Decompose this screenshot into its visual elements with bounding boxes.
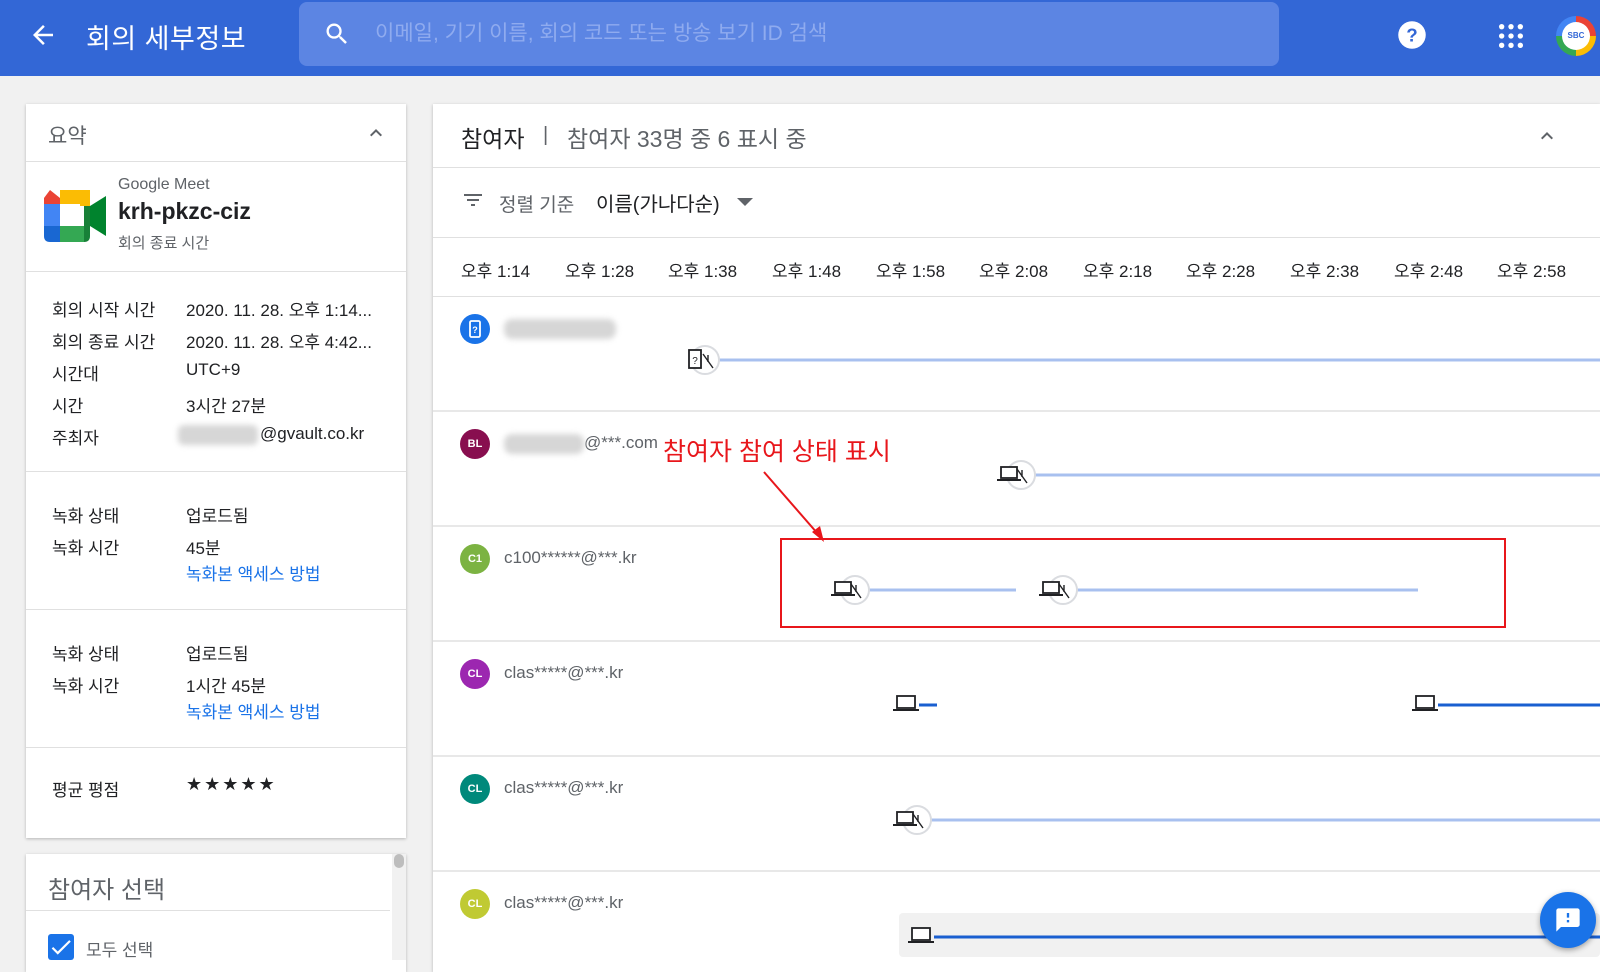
dropdown-arrow-icon[interactable] bbox=[735, 194, 755, 210]
participant-select-title: 참여자 선택 bbox=[48, 877, 166, 904]
select-all-checkbox[interactable] bbox=[48, 934, 74, 960]
page-title: 회의 세부정보 bbox=[86, 24, 247, 54]
detail-value-organizer: @gvault.co.kr bbox=[178, 424, 364, 445]
participation-timeline bbox=[997, 460, 1600, 490]
check-icon bbox=[51, 940, 71, 955]
summary-title: 요약 bbox=[48, 125, 87, 148]
time-tick: 오후 1:48 bbox=[772, 262, 842, 281]
participants-title: 참여자 bbox=[461, 126, 525, 152]
sort-bar: 정렬 기준 이름(가나다순) bbox=[433, 168, 1600, 238]
back-arrow-icon[interactable] bbox=[28, 20, 58, 50]
recording-status-value: 업로드됨 bbox=[186, 507, 249, 526]
search-icon bbox=[326, 23, 347, 44]
recording-time-label: 녹화 시간 bbox=[52, 677, 120, 696]
summary-card: 요약 Google Meet krh-pkzc-ciz 회의 종료 시간 회의 … bbox=[26, 104, 406, 838]
annotation-label: 참여자 참여 상태 표시 bbox=[663, 438, 891, 466]
detail-label-end: 회의 종료 시간 bbox=[52, 333, 156, 352]
recording-status-label: 녹화 상태 bbox=[52, 645, 120, 664]
recording-time-value: 45분 bbox=[186, 539, 221, 558]
laptop-icon bbox=[896, 811, 914, 824]
search-bar[interactable] bbox=[299, 2, 1279, 66]
divider bbox=[26, 910, 390, 911]
recording-access-link[interactable]: 녹화본 액세스 방법 bbox=[186, 698, 321, 723]
account-avatar[interactable]: SBC bbox=[1556, 16, 1596, 56]
detail-label-organizer: 주최자 bbox=[52, 429, 99, 448]
meeting-status: 회의 종료 시간 bbox=[118, 235, 210, 252]
detail-value-timezone: UTC+9 bbox=[186, 360, 241, 379]
search-input[interactable] bbox=[375, 2, 1255, 66]
recording-time-value: 1시간 45분 bbox=[186, 677, 267, 696]
rating-stars: ★★★★★ bbox=[186, 774, 277, 794]
scrollbar[interactable] bbox=[392, 854, 406, 960]
time-tick: 오후 2:18 bbox=[1083, 262, 1153, 281]
redacted-name bbox=[178, 424, 258, 445]
time-tick: 오후 1:38 bbox=[668, 262, 738, 281]
annotation-highlight-box bbox=[780, 538, 1506, 628]
select-all-label: 모두 선택 bbox=[86, 941, 154, 960]
participation-timeline bbox=[893, 805, 1600, 835]
participant-row[interactable]: CL clas*****@***.kr bbox=[433, 873, 1600, 972]
laptop-icon bbox=[896, 695, 916, 709]
recording-access-link[interactable]: 녹화본 액세스 방법 bbox=[186, 560, 321, 585]
sort-dropdown[interactable]: 이름(가나다순) bbox=[596, 188, 720, 217]
time-tick: 오후 2:48 bbox=[1394, 262, 1464, 281]
feedback-icon bbox=[1556, 908, 1580, 932]
rating-label: 평균 평점 bbox=[52, 781, 120, 800]
scrollbar-thumb[interactable] bbox=[394, 854, 404, 868]
participant-row[interactable]: CL clas*****@***.kr bbox=[433, 758, 1600, 872]
svg-text:?: ? bbox=[692, 356, 698, 367]
participation-timeline bbox=[893, 695, 1600, 711]
collapse-chevron-icon[interactable] bbox=[1535, 124, 1559, 148]
detail-label-duration: 시간 bbox=[52, 397, 84, 416]
meeting-code: krh-pkzc-ciz bbox=[118, 198, 251, 224]
detail-label-start: 회의 시작 시간 bbox=[52, 301, 156, 320]
recording-status-value: 업로드됨 bbox=[186, 645, 249, 664]
participation-timeline bbox=[899, 913, 1600, 957]
participants-header[interactable]: 참여자 | 참여자 33명 중 6 표시 중 bbox=[433, 104, 1600, 168]
time-tick: 오후 2:28 bbox=[1186, 262, 1256, 281]
time-tick: 오후 1:58 bbox=[876, 262, 946, 281]
meeting-identity: Google Meet krh-pkzc-ciz 회의 종료 시간 bbox=[26, 162, 406, 272]
rating-block: 평균 평점 ★★★★★ bbox=[26, 748, 406, 836]
participant-row[interactable]: CL clas*****@***.kr bbox=[433, 643, 1600, 757]
google-meet-logo-icon bbox=[44, 190, 106, 242]
time-tick: 오후 2:38 bbox=[1290, 262, 1360, 281]
recording-status-label: 녹화 상태 bbox=[52, 507, 120, 526]
organizer-domain: @gvault.co.kr bbox=[260, 424, 365, 443]
title-separator: | bbox=[543, 124, 549, 146]
collapse-chevron-icon[interactable] bbox=[364, 121, 388, 145]
annotation-arrow bbox=[763, 471, 824, 542]
sort-label: 정렬 기준 bbox=[499, 195, 575, 216]
participation-timeline: ? bbox=[688, 345, 1600, 375]
feedback-button[interactable] bbox=[1540, 892, 1596, 948]
detail-label-timezone: 시간대 bbox=[52, 365, 99, 384]
laptop-icon bbox=[1415, 695, 1435, 709]
participant-select-card: 참여자 선택 모두 선택 bbox=[26, 854, 406, 972]
help-icon[interactable]: ? bbox=[1397, 20, 1427, 50]
recording-1: 녹화 상태 업로드됨 녹화 시간 45분 녹화본 액세스 방법 bbox=[26, 472, 406, 610]
account-avatar-label: SBC bbox=[1562, 22, 1590, 50]
participant-row[interactable]: ? ? bbox=[433, 298, 1600, 412]
apps-grid-icon[interactable] bbox=[1497, 22, 1525, 50]
filter-icon[interactable] bbox=[461, 188, 485, 212]
detail-value-duration: 3시간 27분 bbox=[186, 397, 267, 416]
time-tick: 오후 1:28 bbox=[565, 262, 635, 281]
participant-row[interactable]: BL @***.com bbox=[433, 413, 1600, 527]
meeting-app-name: Google Meet bbox=[118, 176, 210, 193]
detail-value-end: 2020. 11. 28. 오후 4:42... bbox=[186, 333, 372, 352]
time-tick: 오후 2:08 bbox=[979, 262, 1049, 281]
time-tick: 오후 1:14 bbox=[461, 262, 531, 281]
top-app-bar: 회의 세부정보 ? SBC bbox=[0, 0, 1600, 76]
participants-count: 참여자 33명 중 6 표시 중 bbox=[567, 126, 807, 152]
recording-2: 녹화 상태 업로드됨 녹화 시간 1시간 45분 녹화본 액세스 방법 bbox=[26, 610, 406, 748]
meeting-details: 회의 시작 시간 2020. 11. 28. 오후 1:14... 회의 종료 … bbox=[26, 272, 406, 472]
laptop-icon bbox=[1000, 466, 1018, 479]
svg-text:?: ? bbox=[1406, 24, 1417, 45]
detail-value-start: 2020. 11. 28. 오후 1:14... bbox=[186, 301, 372, 320]
laptop-icon bbox=[911, 927, 931, 941]
time-tick: 오후 2:58 bbox=[1497, 262, 1567, 281]
timeline-axis: 오후 1:14 오후 1:28 오후 1:38 오후 1:48 오후 1:58 … bbox=[433, 239, 1600, 297]
recording-time-label: 녹화 시간 bbox=[52, 539, 120, 558]
summary-header[interactable]: 요약 bbox=[26, 104, 406, 162]
